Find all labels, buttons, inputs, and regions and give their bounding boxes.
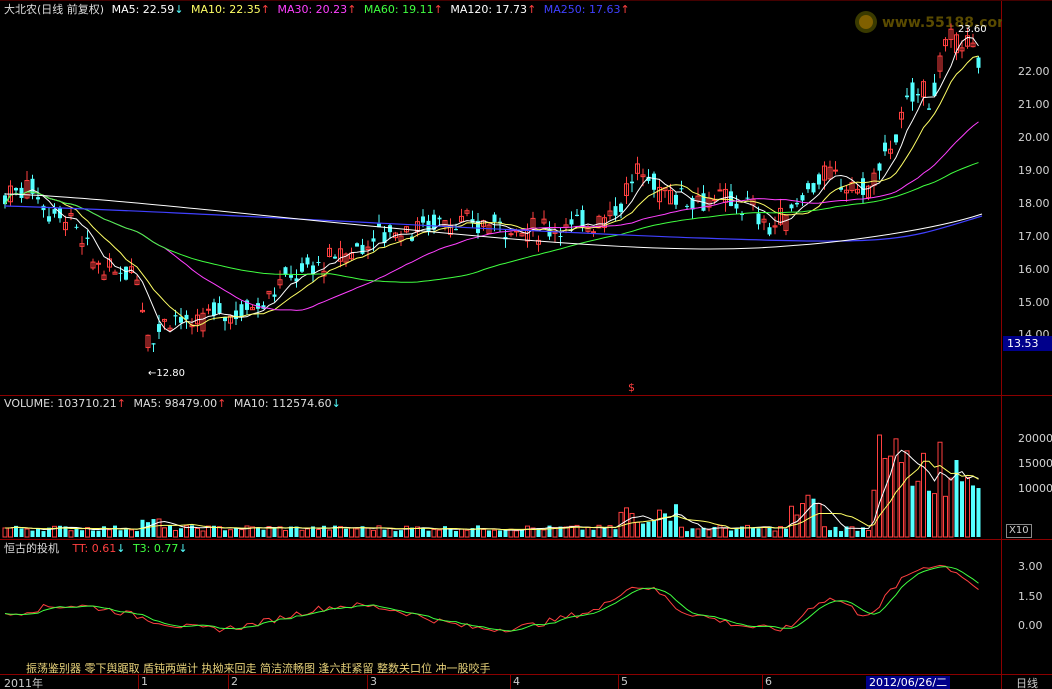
- volume-chart[interactable]: [0, 396, 1000, 539]
- price-tick: 21.00: [1018, 98, 1050, 111]
- ma5-value: MA5: 22.59: [111, 3, 175, 16]
- date-label: 6: [765, 675, 772, 688]
- ma250-value: MA250: 17.63: [543, 3, 621, 16]
- candlestick-chart[interactable]: [0, 16, 1000, 394]
- price-tick: 18.00: [1018, 197, 1050, 210]
- stock-chart-window: 大北农(日线 前复权) MA5: 22.59↓ MA10: 22.35↑ MA3…: [0, 0, 1052, 689]
- ma60-value: MA60: 19.11: [363, 3, 434, 16]
- date-label: 5: [621, 675, 628, 688]
- indicator-chart[interactable]: [0, 540, 1000, 674]
- indicator-tick: 0.00: [1018, 619, 1043, 632]
- price-tick: 15.00: [1018, 296, 1050, 309]
- main-header: 大北农(日线 前复权) MA5: 22.59↓ MA10: 22.35↑ MA3…: [4, 3, 630, 16]
- price-tick: 22.00: [1018, 65, 1050, 78]
- formula-description: 振荡鉴别器 零下舆踞取 盾钝两端计 执拗来回走 简洁流畅图 逢六赶紧留 整数关口…: [26, 662, 491, 675]
- volume-unit-badge: X10: [1006, 524, 1032, 538]
- cursor-date-box: 2012/06/26/二: [866, 676, 951, 689]
- top-border: [0, 0, 1052, 1]
- price-tick: 20.00: [1018, 131, 1050, 144]
- price-tick: 16.00: [1018, 263, 1050, 276]
- right-axis-border: [1001, 0, 1002, 689]
- volume-tick: 10000: [1018, 482, 1052, 495]
- volume-tick: 20000: [1018, 432, 1052, 445]
- stock-title: 大北农(日线 前复权): [4, 3, 105, 16]
- price-tick: 17.00: [1018, 230, 1050, 243]
- price-tick: 19.00: [1018, 164, 1050, 177]
- indicator-tick: 1.50: [1018, 590, 1043, 603]
- date-label: 4: [513, 675, 520, 688]
- dividend-marker: $: [628, 381, 635, 394]
- indicator-tick: 3.00: [1018, 560, 1043, 573]
- ma30-value: MA30: 20.23: [277, 3, 348, 16]
- current-price-box: 13.53: [1003, 336, 1052, 351]
- ma10-value: MA10: 22.35: [191, 3, 261, 16]
- ma120-value: MA120: 17.73: [450, 3, 528, 16]
- date-label: 3: [370, 675, 377, 688]
- date-label: 2011年: [4, 677, 43, 689]
- date-label: 1: [141, 675, 148, 688]
- period-label[interactable]: 日线: [1016, 675, 1038, 689]
- date-label: 2: [231, 675, 238, 688]
- volume-tick: 15000: [1018, 457, 1052, 470]
- low-annotation: ←12.80: [148, 368, 186, 379]
- high-annotation: 23.60: [958, 24, 987, 35]
